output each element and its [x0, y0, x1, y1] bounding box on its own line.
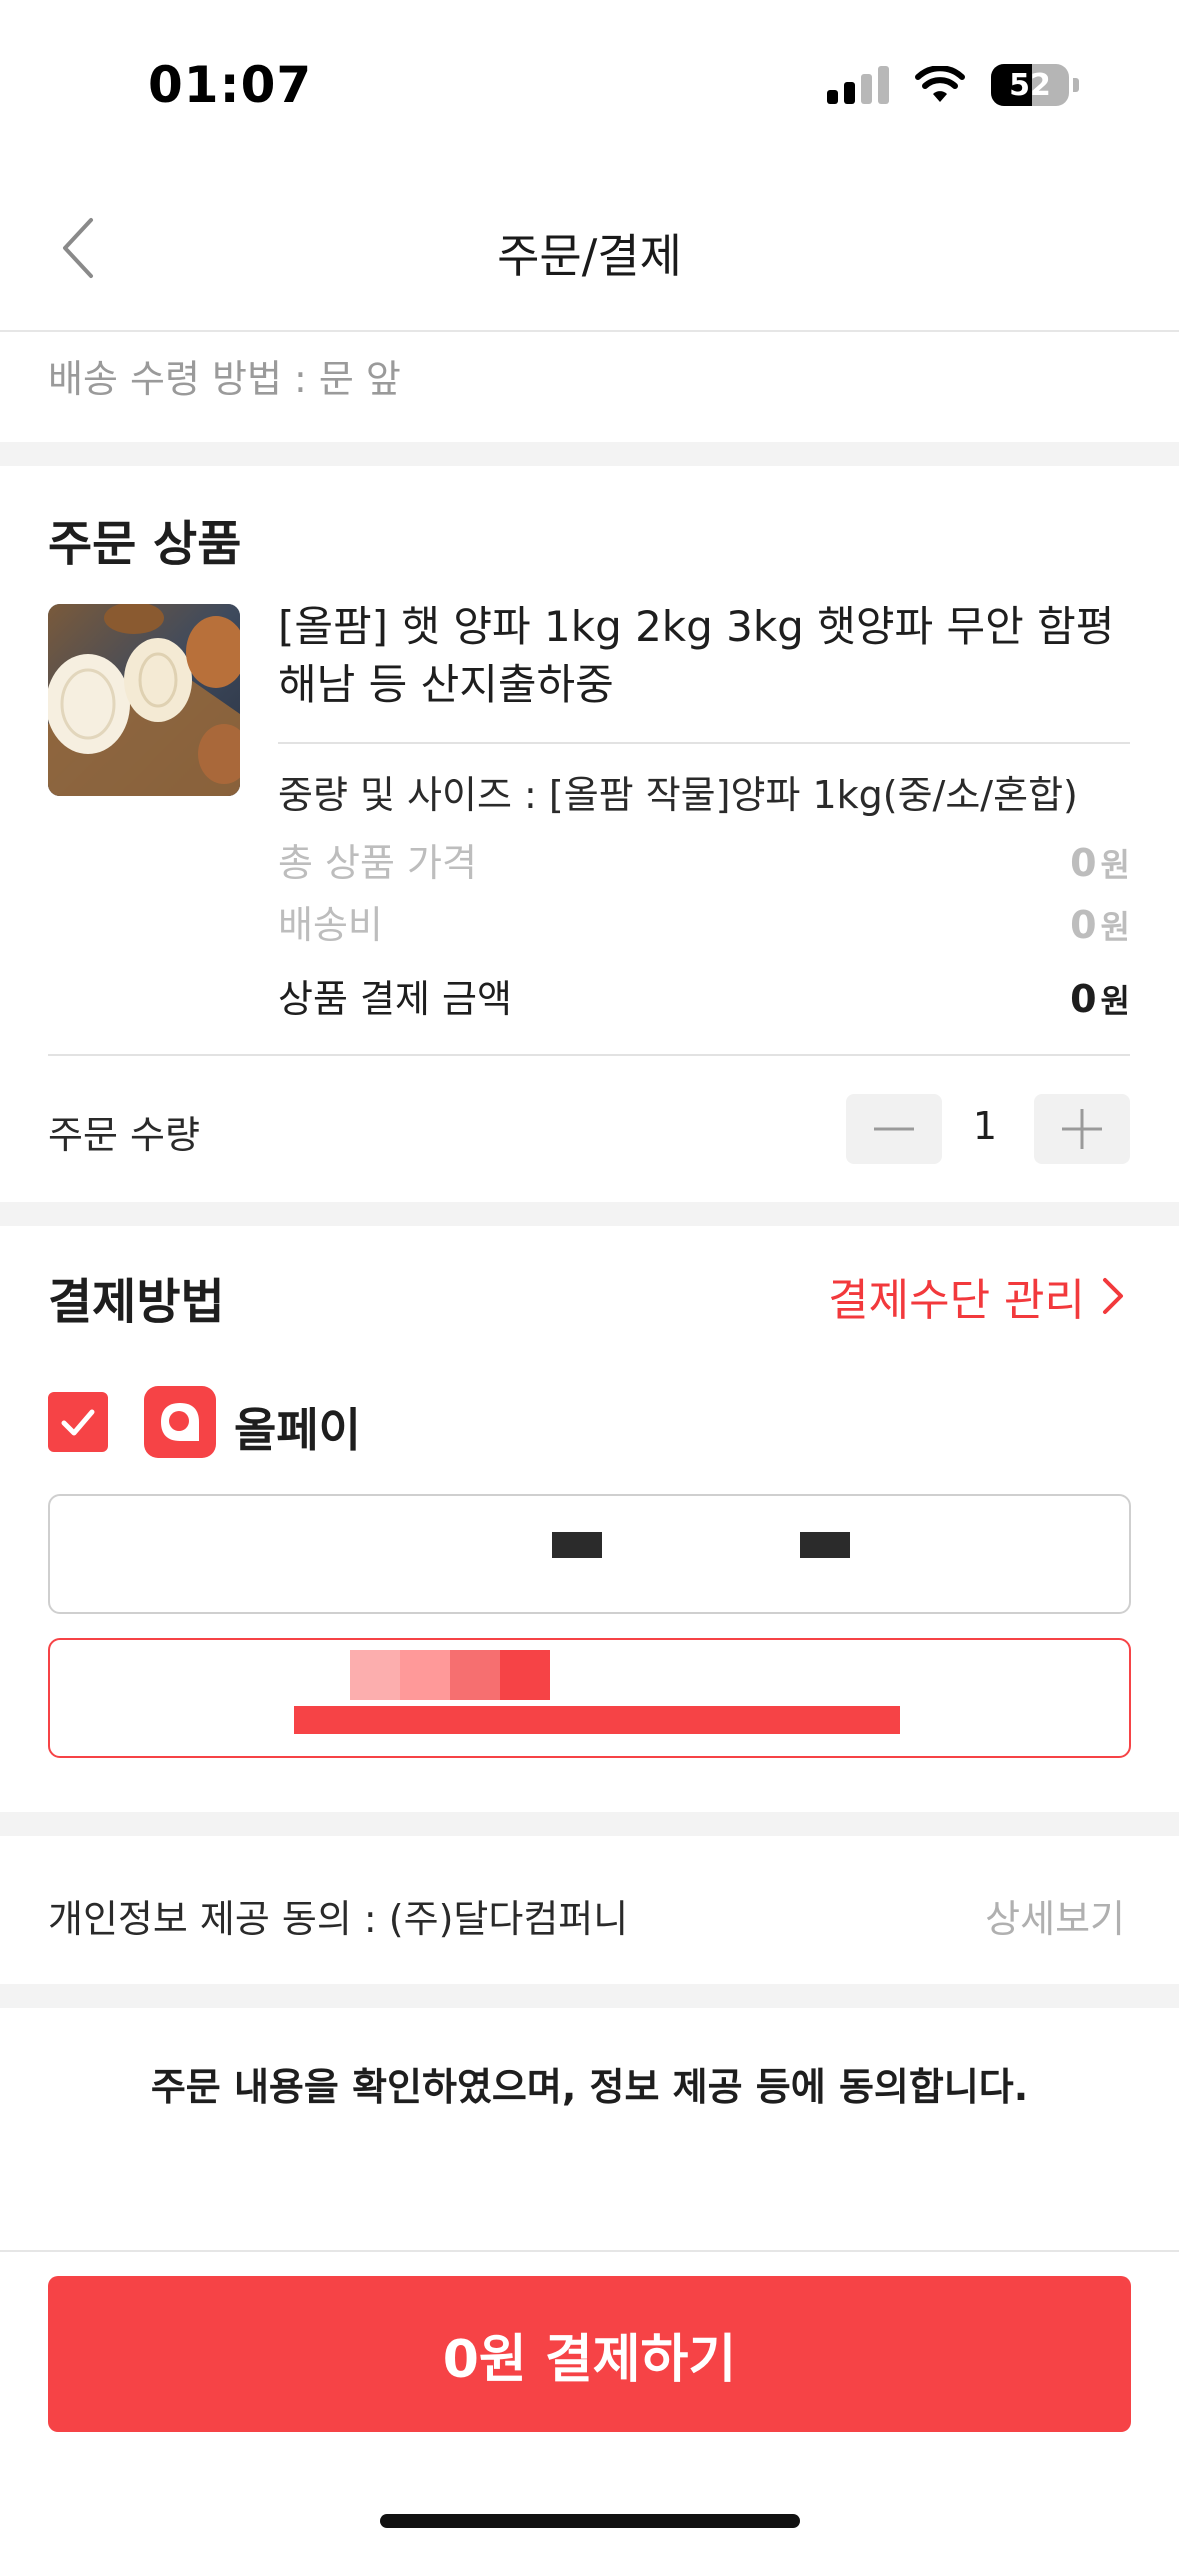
onion-image: [48, 604, 240, 796]
currency-unit: 원: [1100, 982, 1130, 1020]
quantity-decrease-button[interactable]: [846, 1094, 942, 1164]
page-header: 주문/결제: [0, 170, 1179, 332]
product-option: 중량 및 사이즈 : [올팜 작물]양파 1kg(중/소/혼합): [278, 773, 1078, 817]
battery-cap: [1073, 78, 1079, 92]
delivery-method-text: 배송 수령 방법 : 문 앞: [48, 357, 401, 401]
section-divider: [0, 1202, 1179, 1226]
quantity-label: 주문 수량: [48, 1113, 200, 1157]
shipping-label: 배송비: [278, 903, 383, 947]
divider: [278, 742, 1130, 744]
quantity-value: 1: [972, 1104, 998, 1148]
manage-payment-label: 결제수단 관리: [828, 1275, 1085, 1326]
payment-method-title: 결제방법: [48, 1274, 225, 1330]
chevron-right-icon: [1103, 1278, 1123, 1314]
product-name[interactable]: [올팜] 햇 양파 1kg 2kg 3kg 햇양파 무안 함평 해남 등 산지출…: [278, 598, 1128, 714]
payment-action-box[interactable]: [48, 1638, 1131, 1758]
total-price-label: 총 상품 가격: [278, 841, 477, 885]
masked-text: [500, 1650, 550, 1700]
divider: [48, 1054, 1130, 1056]
page-title: 주문/결제: [497, 229, 682, 283]
total-price-value: 0: [1070, 841, 1097, 885]
shipping-row: 배송비 0원: [278, 894, 1130, 949]
section-divider: [0, 1984, 1179, 2008]
order-product-title: 주문 상품: [48, 516, 242, 572]
manage-payment-link[interactable]: 결제수단 관리: [828, 1264, 1125, 1328]
status-bar: 01:07 52: [0, 0, 1179, 170]
masked-text: [800, 1532, 850, 1558]
payment-card-selector[interactable]: [48, 1494, 1131, 1614]
minus-icon: [874, 1127, 914, 1131]
masked-text: [294, 1706, 900, 1734]
plus-icon: [1062, 1109, 1102, 1149]
status-icons: 52: [827, 64, 1079, 106]
shipping-value: 0: [1070, 903, 1097, 947]
battery-icon: 52: [991, 64, 1069, 106]
wifi-icon: [915, 66, 965, 102]
allpay-logo-icon: [144, 1386, 216, 1458]
section-divider: [0, 1812, 1179, 1836]
masked-text: [450, 1650, 500, 1700]
payment-amount-row: 상품 결제 금액 0원: [278, 968, 1130, 1023]
pay-button[interactable]: 0원 결제하기: [48, 2276, 1131, 2432]
status-time: 01:07: [148, 56, 313, 114]
quantity-increase-button[interactable]: [1034, 1094, 1130, 1164]
masked-text: [552, 1532, 602, 1558]
payment-amount-label: 상품 결제 금액: [278, 977, 512, 1021]
check-icon: [61, 1409, 95, 1436]
currency-unit: 원: [1100, 846, 1130, 884]
product-thumbnail[interactable]: [48, 604, 240, 796]
masked-text: [350, 1650, 400, 1700]
section-divider: [0, 442, 1179, 466]
divider: [0, 2250, 1179, 2252]
payment-amount-value: 0: [1070, 977, 1097, 1021]
masked-text: [400, 1650, 450, 1700]
total-price-row: 총 상품 가격 0원: [278, 832, 1130, 887]
agreement-text: 주문 내용을 확인하였으며, 정보 제공 등에 동의합니다.: [150, 2065, 1029, 2109]
battery-level: 52: [1009, 67, 1051, 103]
privacy-detail-link[interactable]: 상세보기: [985, 1888, 1125, 1943]
home-indicator: [380, 2514, 800, 2528]
currency-unit: 원: [1100, 908, 1130, 946]
privacy-consent-label: 개인정보 제공 동의 : (주)달다컴퍼니: [48, 1897, 629, 1941]
allpay-name: 올페이: [234, 1403, 361, 1457]
cellular-signal-icon: [827, 66, 889, 104]
allpay-checkbox[interactable]: [48, 1392, 108, 1452]
